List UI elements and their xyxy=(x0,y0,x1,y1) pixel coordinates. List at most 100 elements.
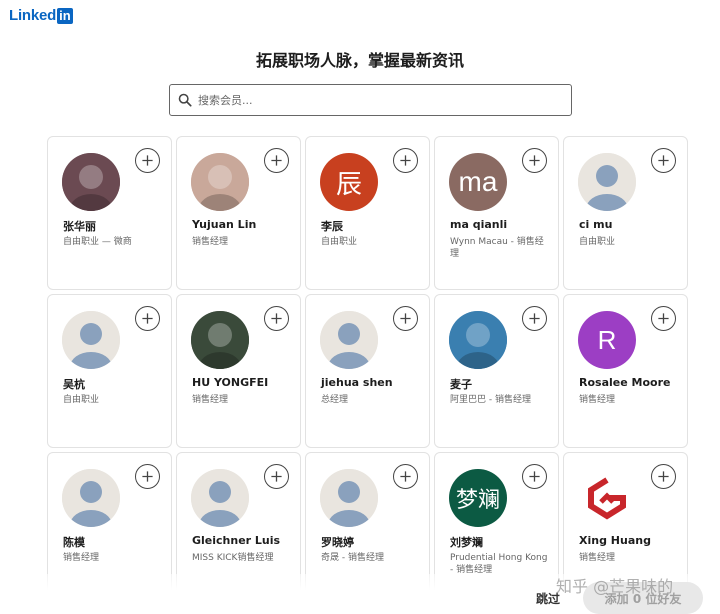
plus-icon xyxy=(142,155,153,166)
plus-icon xyxy=(529,155,540,166)
logo-text: Linked xyxy=(9,7,57,24)
member-name[interactable]: 刘梦斓 xyxy=(450,534,552,550)
add-connection-button[interactable] xyxy=(651,148,676,173)
member-title: 自由职业 xyxy=(63,395,100,405)
avatar[interactable]: ma xyxy=(449,153,507,211)
profile-photo xyxy=(62,153,120,211)
plus-icon xyxy=(658,313,669,324)
plus-icon xyxy=(400,313,411,324)
company-logo-icon xyxy=(588,477,626,520)
member-title: 销售经理 xyxy=(579,553,616,563)
member-name[interactable]: 李辰 xyxy=(321,218,423,234)
plus-icon xyxy=(142,313,153,324)
add-connection-button[interactable] xyxy=(264,148,289,173)
member-card[interactable]: jiehua shen 总经理 xyxy=(305,294,430,448)
avatar[interactable] xyxy=(62,153,120,211)
member-grid: 张华丽自由职业 — 微商 Yujuan Lin 销售经理 辰李辰自由职业 ma ma qi… xyxy=(47,136,689,606)
skip-button[interactable]: 跳过 xyxy=(536,590,560,607)
avatar[interactable] xyxy=(62,469,120,527)
member-card[interactable]: 麦子 阿里巴巴 - 销售经理 xyxy=(434,294,559,448)
member-name[interactable]: ci mu xyxy=(579,218,681,231)
logo-box: in xyxy=(57,7,73,24)
add-connection-button[interactable] xyxy=(135,306,160,331)
page-title: 拓展职场人脉，掌握最新资讯 xyxy=(255,51,464,70)
add-connection-button[interactable] xyxy=(393,464,418,489)
avatar[interactable]: 辰 xyxy=(320,153,378,211)
add-connection-button[interactable] xyxy=(264,464,289,489)
member-title: Wynn Macau - 销售经理 xyxy=(450,237,544,259)
default-person-icon xyxy=(191,469,249,527)
avatar-initials: R xyxy=(597,324,617,355)
plus-icon xyxy=(400,471,411,482)
linkedin-logo[interactable]: Linked in xyxy=(9,7,73,24)
member-title: 总经理 xyxy=(321,395,349,405)
plus-icon xyxy=(271,155,282,166)
member-title: 自由职业 — 微商 xyxy=(63,237,132,247)
add-connection-button[interactable] xyxy=(135,464,160,489)
member-card[interactable]: Yujuan Lin 销售经理 xyxy=(176,136,301,290)
plus-icon xyxy=(658,155,669,166)
member-name[interactable]: jiehua shen xyxy=(321,376,423,389)
add-connection-button[interactable] xyxy=(651,464,676,489)
default-person-icon xyxy=(320,311,378,369)
default-person-icon xyxy=(320,469,378,527)
add-connection-button[interactable] xyxy=(135,148,160,173)
add-connection-button[interactable] xyxy=(522,148,547,173)
member-name[interactable]: 吴杭 xyxy=(63,376,165,392)
add-connection-button[interactable] xyxy=(522,464,547,489)
default-person-icon xyxy=(62,311,120,369)
member-card[interactable]: ma ma qianli Wynn Macau - 销售经理 xyxy=(434,136,559,290)
member-name[interactable]: 罗晓婷 xyxy=(321,534,423,550)
avatar-initials: 辰 xyxy=(335,168,362,199)
profile-photo xyxy=(191,311,249,369)
member-title: 自由职业 xyxy=(579,237,616,247)
add-connection-button[interactable] xyxy=(522,306,547,331)
member-name[interactable]: HU YONGFEI xyxy=(192,376,294,389)
member-name[interactable]: Yujuan Lin xyxy=(192,218,294,231)
member-card[interactable]: 辰李辰 自由职业 xyxy=(305,136,430,290)
avatar[interactable] xyxy=(578,153,636,211)
member-name[interactable]: 麦子 xyxy=(450,376,552,392)
avatar[interactable] xyxy=(320,469,378,527)
add-connections-button[interactable]: 添加 0 位好友 xyxy=(583,582,703,614)
avatar[interactable] xyxy=(578,469,636,527)
member-name[interactable]: 张华丽 xyxy=(63,218,165,234)
add-connection-button[interactable] xyxy=(393,306,418,331)
avatar[interactable]: R xyxy=(578,311,636,369)
member-card[interactable]: ci mu 自由职业 xyxy=(563,136,688,290)
search-icon xyxy=(178,93,192,107)
plus-icon xyxy=(400,155,411,166)
plus-icon xyxy=(658,471,669,482)
member-name[interactable]: ma qianli xyxy=(450,218,552,231)
add-connection-button[interactable] xyxy=(651,306,676,331)
member-card[interactable]: HU YONGFEI 销售经理 xyxy=(176,294,301,448)
profile-photo xyxy=(449,311,507,369)
avatar[interactable] xyxy=(449,311,507,369)
member-card[interactable]: 吴杭 自由职业 xyxy=(47,294,172,448)
plus-icon xyxy=(271,313,282,324)
add-connection-button[interactable] xyxy=(393,148,418,173)
member-title: 销售经理 xyxy=(579,395,616,405)
avatar[interactable] xyxy=(191,469,249,527)
member-title: 销售经理 xyxy=(192,237,229,247)
profile-photo xyxy=(191,153,249,211)
avatar[interactable] xyxy=(191,153,249,211)
search-input[interactable] xyxy=(198,93,558,107)
add-connection-button[interactable] xyxy=(264,306,289,331)
member-name[interactable]: Xing Huang xyxy=(579,534,681,547)
member-card[interactable]: R Rosalee Moore 销售经理 xyxy=(563,294,688,448)
member-name[interactable]: Gleichner Luis xyxy=(192,534,294,547)
avatar[interactable] xyxy=(62,311,120,369)
avatar[interactable] xyxy=(191,311,249,369)
member-name[interactable]: Rosalee Moore xyxy=(579,376,681,389)
avatar-initials: ma xyxy=(458,166,498,197)
default-person-icon xyxy=(578,153,636,211)
member-title: MISS KICK销售经理 xyxy=(192,553,274,563)
avatar[interactable]: 梦斓 xyxy=(449,469,507,527)
avatar[interactable] xyxy=(320,311,378,369)
search-box[interactable] xyxy=(169,84,572,116)
member-title: 销售经理 xyxy=(192,395,229,405)
plus-icon xyxy=(529,471,540,482)
member-card[interactable]: 张华丽自由职业 — 微商 xyxy=(47,136,172,290)
member-name[interactable]: 陈模 xyxy=(63,534,165,550)
